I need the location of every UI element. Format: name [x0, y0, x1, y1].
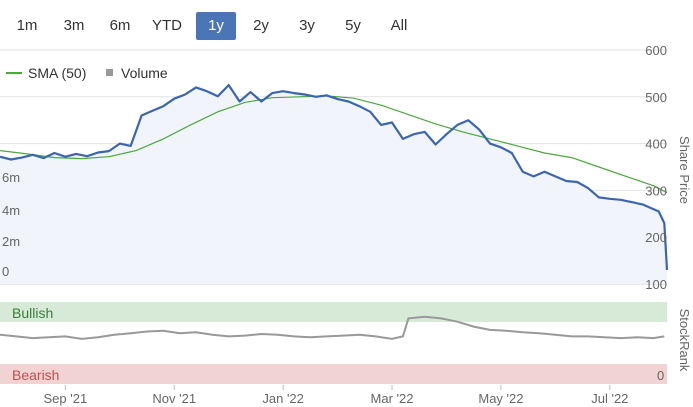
volume-tick-6m: 6m: [2, 170, 20, 185]
bullish-band: [0, 302, 667, 322]
x-tick-label: Nov '21: [152, 391, 196, 406]
share-price-tick-600: 600: [645, 43, 667, 58]
share-price-tick-100: 100: [645, 277, 667, 292]
share-price-axis-label: Share Price: [677, 136, 692, 204]
stockrank-axis-label: StockRank: [677, 309, 692, 372]
volume-tick-4m: 4m: [2, 203, 20, 218]
x-tick-label: Jan '22: [262, 391, 304, 406]
price-area-fill: [0, 85, 667, 284]
volume-tick-0: 0: [2, 264, 9, 279]
share-price-tick-400: 400: [645, 137, 667, 152]
chart-area: 600 500 400 300 200 100 0 2m 4m 6m Share Price S…: [0, 43, 692, 406]
stockrank-zero-tick: 0: [657, 368, 664, 383]
x-tick-label: May '22: [478, 391, 523, 406]
legend-sma-label: SMA (50): [28, 65, 86, 81]
x-axis-ticks: Sep '21 Nov '21 Jan '22 Mar '22 May '22 Jul '…: [43, 385, 628, 406]
x-tick-label: Jul '22: [591, 391, 628, 406]
bearish-band: [0, 364, 667, 384]
bullish-label: Bullish: [12, 305, 53, 321]
legend: SMA (50) Volume: [6, 65, 168, 81]
bearish-label: Bearish: [12, 367, 59, 383]
x-tick-label: Sep '21: [43, 391, 87, 406]
volume-tick-2m: 2m: [2, 234, 20, 249]
legend-volume-swatch: [106, 69, 113, 76]
share-price-tick-200: 200: [645, 230, 667, 245]
x-tick-label: Mar '22: [371, 391, 414, 406]
legend-volume-label: Volume: [121, 65, 168, 81]
share-price-tick-500: 500: [645, 90, 667, 105]
share-price-tick-300: 300: [645, 183, 667, 198]
